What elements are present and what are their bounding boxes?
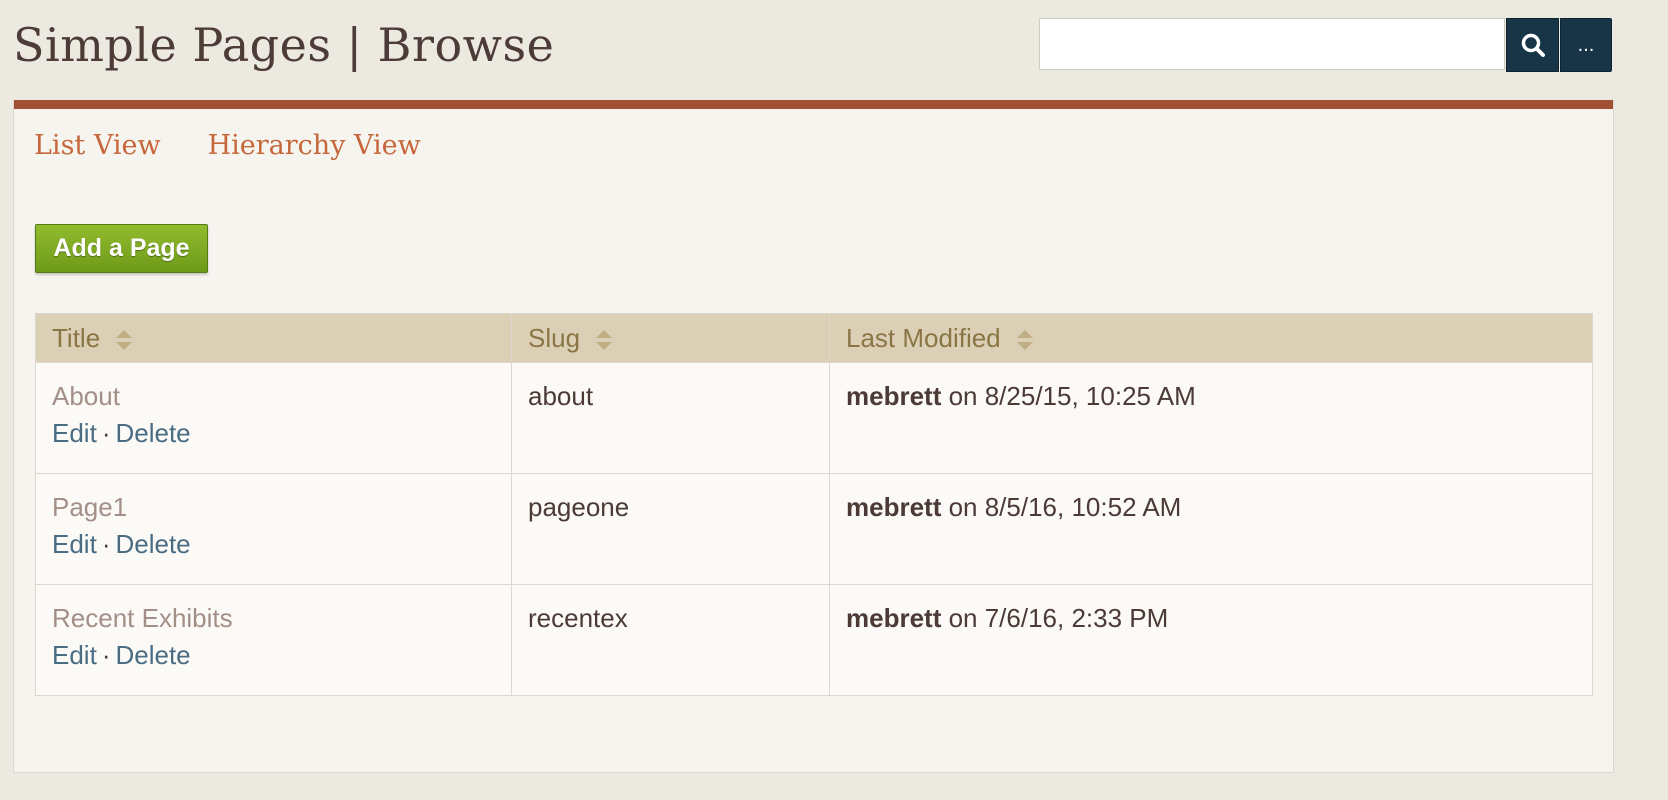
page-title: Simple Pages | Browse [13, 18, 555, 72]
list-view-link[interactable]: List View [34, 130, 161, 161]
modified-date: on 8/5/16, 10:52 AM [941, 492, 1182, 522]
advanced-search-button[interactable]: ... [1560, 18, 1612, 72]
accent-bar [14, 100, 1613, 109]
add-page-button[interactable]: Add a Page [35, 224, 208, 273]
modified-date: on 8/25/15, 10:25 AM [941, 381, 1196, 411]
delete-link[interactable]: Delete [115, 418, 190, 448]
title-cell: About Edit · Delete [35, 362, 512, 474]
slug-value: about [528, 381, 594, 411]
sort-icon [1016, 329, 1033, 350]
row-actions: Edit · Delete [52, 524, 495, 564]
table-header-row: Title Slug Last Modified [35, 313, 1593, 363]
modified-user: mebrett [846, 603, 942, 633]
separator: · [101, 640, 111, 670]
table-row: Recent Exhibits Edit · Delete recentex meb… [35, 584, 1593, 696]
pages-table: Title Slug Last Modified About Edit · De… [35, 313, 1593, 696]
modified-value: mebrett on 8/25/15, 10:25 AM [846, 379, 1576, 413]
column-header-label: Last Modified [846, 322, 1001, 353]
row-actions: Edit · Delete [52, 413, 495, 453]
edit-link[interactable]: Edit [52, 529, 97, 559]
search-bar: ... [1039, 18, 1612, 72]
modified-value: mebrett on 7/6/16, 2:33 PM [846, 601, 1576, 635]
slug-cell: pageone [511, 473, 830, 585]
page-title-link[interactable]: About [52, 379, 495, 413]
search-input[interactable] [1039, 18, 1505, 70]
table-row: Page1 Edit · Delete pageone mebrett on 8/5… [35, 473, 1593, 585]
edit-link[interactable]: Edit [52, 418, 97, 448]
title-cell: Page1 Edit · Delete [35, 473, 512, 585]
delete-link[interactable]: Delete [115, 640, 190, 670]
content-panel: List View Hierarchy View Add a Page Titl… [13, 100, 1614, 773]
search-button[interactable] [1506, 18, 1559, 72]
sort-icon [116, 329, 133, 350]
slug-cell: about [511, 362, 830, 474]
modified-cell: mebrett on 8/25/15, 10:25 AM [829, 362, 1593, 474]
modified-cell: mebrett on 8/5/16, 10:52 AM [829, 473, 1593, 585]
separator: · [101, 529, 111, 559]
slug-value: pageone [528, 492, 630, 522]
page-title-link[interactable]: Page1 [52, 490, 495, 524]
view-switcher: List View Hierarchy View [34, 130, 468, 161]
table-row: About Edit · Delete about mebrett on 8/25/… [35, 362, 1593, 474]
slug-cell: recentex [511, 584, 830, 696]
modified-cell: mebrett on 7/6/16, 2:33 PM [829, 584, 1593, 696]
search-icon [1521, 33, 1545, 57]
separator: · [101, 418, 111, 448]
sort-icon [596, 329, 613, 350]
column-header-title[interactable]: Title [35, 313, 512, 363]
column-header-last-modified[interactable]: Last Modified [829, 313, 1593, 363]
page-title-link[interactable]: Recent Exhibits [52, 601, 495, 635]
modified-date: on 7/6/16, 2:33 PM [941, 603, 1169, 633]
column-header-slug[interactable]: Slug [511, 313, 830, 363]
modified-user: mebrett [846, 381, 942, 411]
modified-user: mebrett [846, 492, 942, 522]
delete-link[interactable]: Delete [115, 529, 190, 559]
row-actions: Edit · Delete [52, 635, 495, 675]
edit-link[interactable]: Edit [52, 640, 97, 670]
hierarchy-view-link[interactable]: Hierarchy View [208, 130, 421, 161]
column-header-label: Title [52, 322, 101, 353]
column-header-label: Slug [528, 322, 581, 353]
slug-value: recentex [528, 603, 628, 633]
title-cell: Recent Exhibits Edit · Delete [35, 584, 512, 696]
modified-value: mebrett on 8/5/16, 10:52 AM [846, 490, 1576, 524]
